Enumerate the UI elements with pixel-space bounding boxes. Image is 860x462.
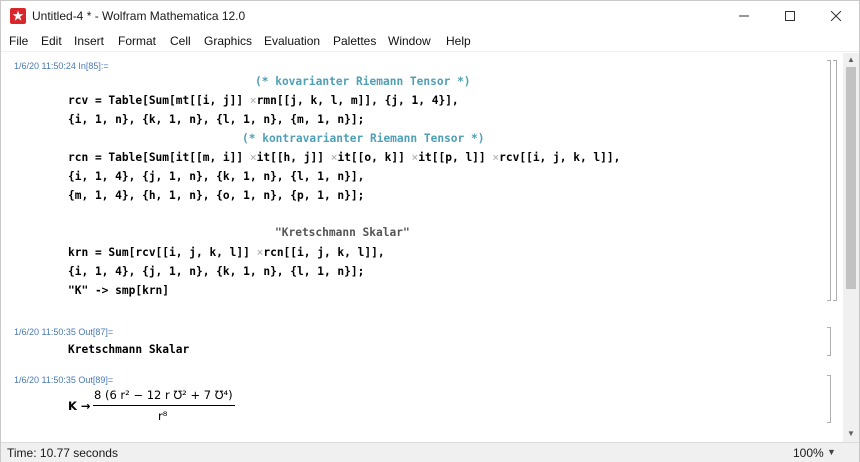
code-rcn-line-1[interactable]: rcn = Table[Sum[it[[m, i]] ×it[[h, j]] ×… xyxy=(68,151,620,164)
menu-palettes[interactable]: Palettes xyxy=(333,34,376,48)
comment-kontravariant[interactable]: (* kontravarianter Riemann Tensor *) xyxy=(242,132,484,145)
formula-numerator[interactable]: 8 (6 r² − 12 r ℧² + 7 ℧⁴) xyxy=(94,388,233,402)
times-symbol: × xyxy=(249,94,257,107)
chevron-down-icon[interactable]: ▼ xyxy=(827,447,836,457)
code-krn-line-1[interactable]: krn = Sum[rcv[[i, j, k, l]] ×rcn[[i, j, … xyxy=(68,246,385,259)
code-segment: rcn[[i, j, k, l]], xyxy=(263,246,385,259)
times-symbol: × xyxy=(249,151,257,164)
minimize-button[interactable] xyxy=(721,1,767,31)
output-cell-2-bracket[interactable] xyxy=(827,375,831,423)
menu-graphics[interactable]: Graphics xyxy=(204,34,252,48)
notebook-area[interactable]: 1/6/20 11:50:24 In[85]:= (* kovarianter … xyxy=(1,53,843,442)
close-icon xyxy=(831,11,841,21)
code-rcn-line-2[interactable]: {i, 1, 4}, {j, 1, n}, {k, 1, n}, {l, 1, … xyxy=(68,170,364,183)
maximize-icon xyxy=(785,11,795,21)
menu-file[interactable]: File xyxy=(9,34,28,48)
maximize-button[interactable] xyxy=(767,1,813,31)
code-segment: it[[h, j]] xyxy=(256,151,331,164)
code-segment: rcv = Table[Sum[mt[[i, j]] xyxy=(68,94,250,107)
menu-insert[interactable]: Insert xyxy=(74,34,104,48)
menu-help[interactable]: Help xyxy=(446,34,471,48)
code-segment: krn = Sum[rcv[[i, j, k, l]] xyxy=(68,246,257,259)
output-cell-1-label: 1/6/20 11:50:35 Out[87]= xyxy=(14,327,114,337)
formula-denominator[interactable]: r⁸ xyxy=(158,409,167,423)
window-title: Untitled-4 * - Wolfram Mathematica 12.0 xyxy=(32,9,246,23)
code-segment: it[[p, l]] xyxy=(418,151,493,164)
mathematica-icon xyxy=(10,8,26,24)
code-segment: it[[o, k]] xyxy=(337,151,412,164)
evaluation-time: Time: 10.77 seconds xyxy=(7,446,118,460)
output-cell-2-label: 1/6/20 11:50:35 Out[89]= xyxy=(14,375,114,385)
code-k-line[interactable]: "K" -> smp[krn] xyxy=(68,284,169,297)
menu-cell[interactable]: Cell xyxy=(170,34,191,48)
code-rcn-line-3[interactable]: {m, 1, 4}, {h, 1, n}, {o, 1, n}, {p, 1, … xyxy=(68,189,364,202)
group-cell-bracket[interactable] xyxy=(833,60,837,301)
fraction-bar xyxy=(93,405,235,406)
string-kretschmann[interactable]: "Kretschmann Skalar" xyxy=(275,226,410,239)
code-segment: rcv[[i, j, k, l]], xyxy=(499,151,621,164)
code-rcv-line-1[interactable]: rcv = Table[Sum[mt[[i, j]] ×rmn[[j, k, l… xyxy=(68,94,459,107)
input-cell-label: 1/6/20 11:50:24 In[85]:= xyxy=(14,61,109,71)
zoom-level[interactable]: 100% xyxy=(793,446,824,460)
minimize-icon xyxy=(739,15,749,17)
menu-edit[interactable]: Edit xyxy=(41,34,62,48)
menu-bar: File Edit Insert Format Cell Graphics Ev… xyxy=(1,31,859,52)
scroll-up-icon[interactable]: ▲ xyxy=(847,55,855,64)
code-segment: rmn[[j, k, l, m]], {j, 1, 4}], xyxy=(256,94,459,107)
comment-kovariant[interactable]: (* kovarianter Riemann Tensor *) xyxy=(255,75,471,88)
menu-window[interactable]: Window xyxy=(388,34,431,48)
output-cell-1-bracket[interactable] xyxy=(827,327,831,356)
code-rcv-line-2[interactable]: {i, 1, n}, {k, 1, n}, {l, 1, n}, {m, 1, … xyxy=(68,113,364,126)
status-bar: Time: 10.77 seconds 100% ▼ xyxy=(1,442,859,462)
formula-lhs[interactable]: K → xyxy=(68,399,91,413)
scroll-thumb[interactable] xyxy=(846,67,856,289)
scroll-down-icon[interactable]: ▼ xyxy=(847,429,855,438)
close-button[interactable] xyxy=(813,1,859,31)
vertical-scrollbar[interactable]: ▲ ▼ xyxy=(843,53,859,442)
code-krn-line-2[interactable]: {i, 1, 4}, {j, 1, n}, {k, 1, n}, {l, 1, … xyxy=(68,265,364,278)
mathematica-window: Untitled-4 * - Wolfram Mathematica 12.0 … xyxy=(0,0,860,462)
menu-evaluation[interactable]: Evaluation xyxy=(264,34,320,48)
code-segment: rcn = Table[Sum[it[[m, i]] xyxy=(68,151,250,164)
input-cell-bracket[interactable] xyxy=(827,60,831,301)
menu-format[interactable]: Format xyxy=(118,34,156,48)
title-bar: Untitled-4 * - Wolfram Mathematica 12.0 xyxy=(1,1,859,31)
output-kretschmann-text[interactable]: Kretschmann Skalar xyxy=(68,343,189,356)
